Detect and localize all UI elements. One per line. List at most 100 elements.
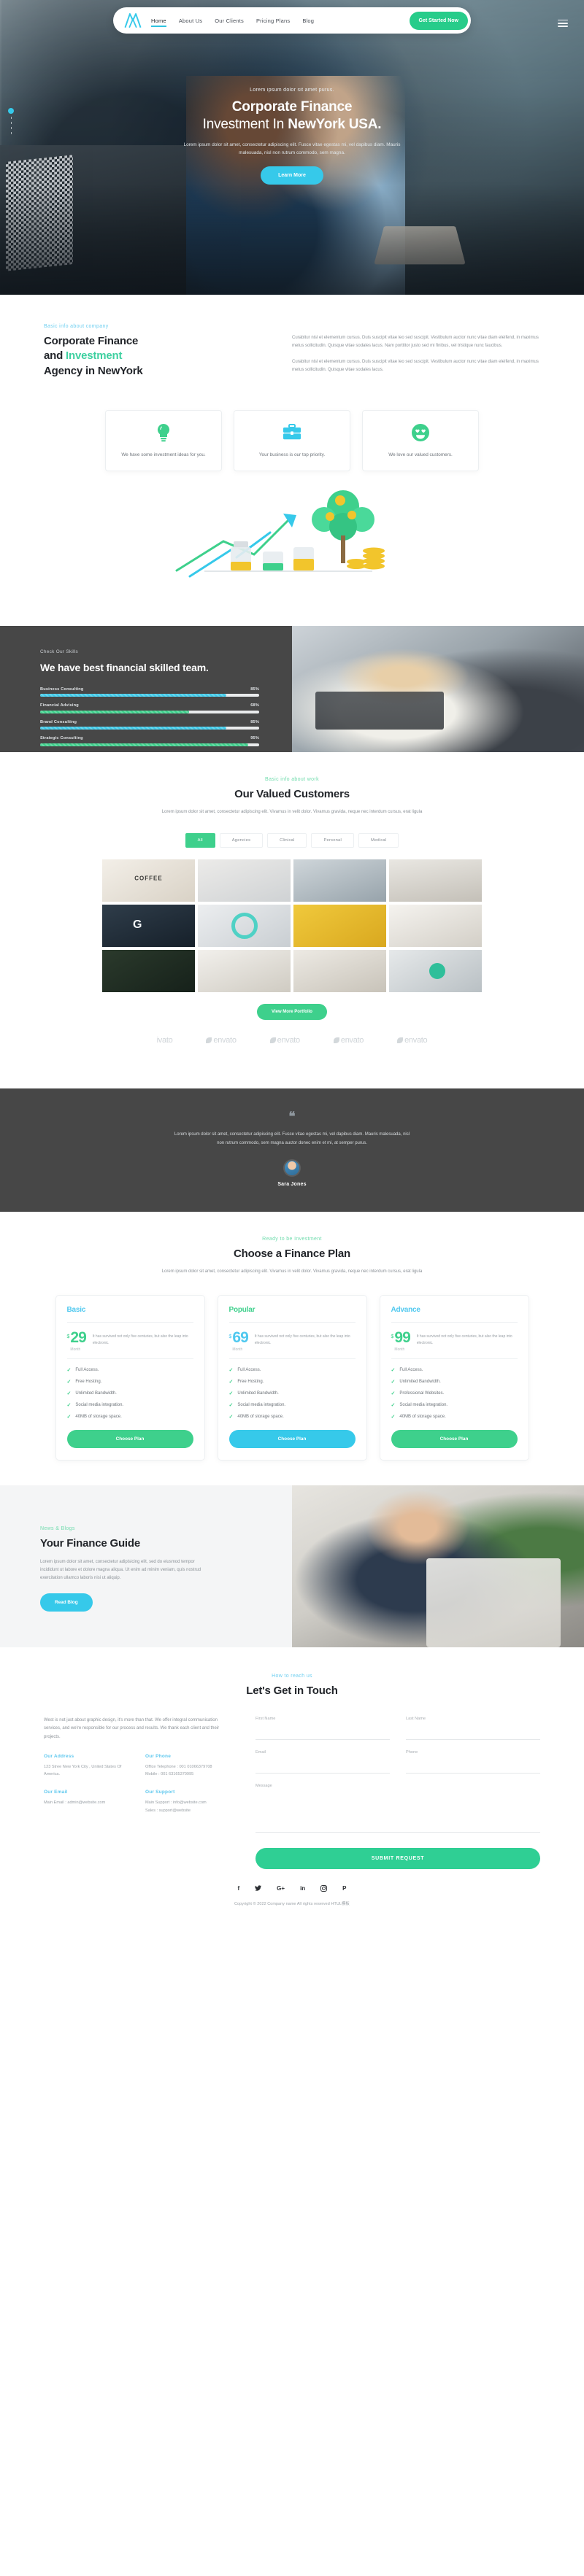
about-paragraph-2: Curabitur nisl et elementum cursus. Duis… — [292, 359, 539, 373]
portfolio-tile[interactable] — [293, 859, 386, 902]
contact-block-line: 123 Stree New York City , United States … — [44, 1764, 122, 1777]
skill-value: 85% — [250, 719, 259, 724]
filter-agencies[interactable]: Agencies — [219, 832, 264, 848]
plan-feature: ✓ 40MB of storage space. — [391, 1414, 518, 1420]
nav-link-home[interactable]: Home — [151, 15, 166, 27]
plan-feature-label: 40MB of storage space. — [399, 1415, 446, 1420]
plan-amount: 99 — [394, 1329, 410, 1347]
choose-plan-button-advance[interactable]: Choose Plan — [391, 1430, 518, 1449]
portfolio-tile[interactable] — [198, 904, 291, 947]
plan-period: Month — [232, 1347, 243, 1353]
first-name-input[interactable] — [256, 1730, 390, 1740]
contact-block-phone: Our Phone Office Telephone : 001 0106637… — [145, 1754, 228, 1779]
page-root: Home About Us Our Clients Pricing Plans … — [0, 0, 584, 1925]
plan-feature-label: 40MB of storage space. — [75, 1415, 122, 1420]
about-left: Basic info about company Corporate Finan… — [44, 324, 263, 379]
portfolio-tile[interactable] — [102, 949, 195, 992]
check-icon: ✓ — [391, 1415, 396, 1420]
linkedin-icon[interactable]: in — [300, 1885, 305, 1893]
testimonial-text: Lorem ipsum dolor sit amet, consectetur … — [174, 1132, 410, 1145]
last-name-input[interactable] — [406, 1730, 540, 1740]
skill-label: Strategic Consulting — [40, 736, 83, 741]
filter-all[interactable]: All — [185, 832, 215, 848]
choose-plan-button-basic[interactable]: Choose Plan — [66, 1430, 193, 1449]
portfolio-tile[interactable] — [389, 904, 482, 947]
plan-features: ✓ Full Access. ✓ Free Hosting. ✓ Unlimited … — [229, 1359, 356, 1420]
check-icon: ✓ — [228, 1368, 234, 1374]
nav-link-blog[interactable]: Blog — [302, 15, 314, 26]
message-field-wrap: Message — [256, 1784, 540, 1836]
plan-feature: ✓ 40MB of storage space. — [67, 1414, 193, 1420]
portfolio-tile[interactable] — [389, 949, 482, 992]
portfolio-tile[interactable] — [102, 859, 195, 902]
google-plus-icon[interactable]: G+ — [277, 1885, 285, 1893]
plan-name: Advance — [391, 1306, 518, 1323]
plan-feature-label: Social media integration. — [237, 1403, 286, 1408]
hero-section: Home About Us Our Clients Pricing Plans … — [0, 0, 584, 295]
check-icon: ✓ — [66, 1391, 72, 1397]
get-started-button[interactable]: Get Started Now — [409, 11, 468, 30]
read-blog-button[interactable]: Read Blog — [40, 1593, 93, 1612]
choose-plan-button-popular[interactable]: Choose Plan — [228, 1430, 356, 1449]
last-name-field-wrap: Last Name — [406, 1717, 540, 1740]
plan-feature-label: Full Access. — [75, 1368, 99, 1373]
portfolio-tile[interactable] — [198, 949, 291, 992]
contact-block-address: Our Address 123 Stree New York City , Un… — [44, 1754, 126, 1779]
nav-link-pricing-plans[interactable]: Pricing Plans — [256, 15, 290, 26]
contact-title: Let's Get in Touch — [246, 1685, 338, 1698]
filter-medical[interactable]: Medical — [358, 832, 399, 848]
scroll-tick — [10, 132, 12, 134]
plan-features: ✓ Full Access. ✓ Unlimited Bandwidth. ✓ Pro… — [391, 1359, 518, 1420]
contact-info: West is not just about graphic design, i… — [44, 1717, 228, 1869]
portfolio-tile[interactable] — [102, 904, 195, 947]
portfolio-section: Basic info about work Our Valued Custome… — [0, 752, 584, 1088]
feature-card-priority[interactable]: Your business is our top priority. — [234, 409, 350, 472]
message-input[interactable] — [256, 1791, 540, 1833]
phone-label: Phone — [406, 1749, 418, 1755]
leaf-icon — [333, 1037, 339, 1043]
nav-link-our-clients[interactable]: Our Clients — [215, 15, 244, 26]
filter-clinical[interactable]: Clinical — [267, 832, 307, 848]
briefcase-icon — [245, 423, 339, 442]
plan-description: It has survived not only five centuries,… — [416, 1334, 512, 1346]
avatar — [283, 1159, 301, 1177]
footer: f G+ in P Copyright © 2022 Company name … — [0, 1882, 584, 1925]
hamburger-icon[interactable] — [558, 18, 568, 29]
feature-card-customers[interactable]: We love our valued customers. — [362, 409, 479, 472]
view-more-portfolio-button[interactable]: View More Portfolio — [257, 1003, 327, 1020]
contact-block-line: Main Support : info@website.com — [145, 1801, 207, 1806]
pinterest-icon[interactable]: P — [342, 1885, 346, 1893]
facebook-icon[interactable]: f — [237, 1885, 239, 1893]
portfolio-tile[interactable] — [293, 949, 386, 992]
hero-paragraph: Lorem ipsum dolor sit amet, consectetur … — [183, 142, 401, 155]
contact-block-title: Our Address — [44, 1753, 74, 1759]
pricing-section: Ready to be Investment Choose a Finance … — [0, 1212, 584, 1486]
contact-intro: West is not just about graphic design, i… — [44, 1717, 220, 1739]
filter-personal[interactable]: Personal — [311, 832, 354, 848]
portfolio-tile[interactable] — [198, 859, 291, 902]
m-logo-icon[interactable] — [123, 12, 142, 28]
plan-name: Popular — [228, 1306, 356, 1323]
email-input[interactable] — [256, 1764, 390, 1774]
money-tree-illustration — [44, 484, 540, 601]
feature-card-ideas[interactable]: We have some investment ideas for you. — [105, 409, 222, 472]
phone-input[interactable] — [406, 1764, 540, 1774]
plan-name: Basic — [66, 1306, 193, 1323]
twitter-icon[interactable] — [255, 1884, 262, 1893]
skill-value: 95% — [250, 736, 259, 741]
plan-description: It has survived not only five centuries,… — [254, 1334, 350, 1346]
learn-more-button[interactable]: Learn More — [261, 166, 323, 185]
scroll-indicator[interactable] — [8, 108, 14, 137]
feature-card-text: We love our valued customers. — [388, 452, 453, 457]
feature-card-text: We have some investment ideas for you. — [121, 452, 206, 457]
skills-title: We have best financial skilled team. — [40, 662, 209, 674]
submit-request-button[interactable]: SUBMIT REQUEST — [256, 1847, 540, 1869]
portfolio-tile[interactable] — [293, 904, 386, 947]
nav-link-about-us[interactable]: About Us — [179, 15, 202, 26]
check-icon: ✓ — [228, 1415, 234, 1420]
testimonial-author: Sara Jones — [277, 1181, 307, 1187]
portfolio-tile[interactable] — [389, 859, 482, 902]
brand-logos: ivato envato envato envato envato — [0, 1020, 584, 1064]
plan-currency: $ — [66, 1334, 70, 1340]
instagram-icon[interactable] — [320, 1884, 328, 1893]
